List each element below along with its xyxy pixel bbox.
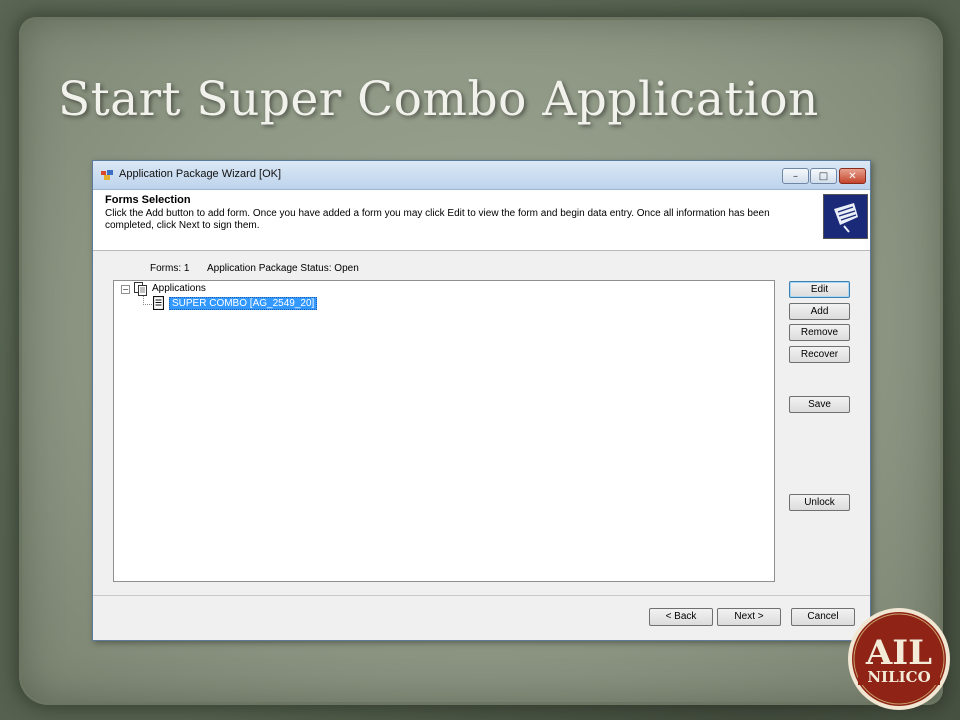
next-button[interactable]: Next > (717, 608, 781, 626)
maximize-button[interactable]: □ (810, 168, 837, 184)
recover-button[interactable]: Recover (789, 346, 850, 363)
window-title: Application Package Wizard [OK] (119, 168, 282, 180)
window-titlebar[interactable]: Application Package Wizard [OK] – □ ✕ (93, 161, 870, 190)
form-document-icon (153, 296, 164, 310)
application-package-wizard-window: Application Package Wizard [OK] – □ ✕ Fo… (92, 160, 871, 641)
header-title: Forms Selection (105, 194, 191, 206)
back-button[interactable]: < Back (649, 608, 713, 626)
unlock-button[interactable]: Unlock (789, 494, 850, 511)
save-button[interactable]: Save (789, 396, 850, 413)
logo-wordmark: NILICO (867, 668, 930, 686)
tree-item-super-combo[interactable]: SUPER COMBO [AG_2549_20] (169, 297, 318, 310)
forms-count: Forms: 1 (150, 263, 190, 274)
logo-monogram: AIL (865, 633, 932, 673)
app-window-icon (101, 170, 113, 180)
package-status: Application Package Status: Open (207, 263, 359, 274)
tree-connector (143, 304, 152, 305)
add-button[interactable]: Add (789, 303, 850, 320)
documents-folder-icon (134, 282, 147, 296)
forms-tree-view[interactable]: − Applications SUPER COMBO [AG_2549_20] (113, 280, 775, 582)
edit-button[interactable]: Edit (789, 281, 850, 298)
tree-root-applications[interactable]: Applications (152, 283, 206, 294)
close-button[interactable]: ✕ (839, 168, 866, 184)
header-description: Click the Add button to add form. Once y… (105, 208, 770, 231)
wizard-logo-icon (823, 194, 868, 239)
nilico-logo: AIL NILICO (848, 608, 950, 710)
tree-collapse-toggle[interactable]: − (121, 285, 130, 294)
wizard-header: Forms Selection Click the Add button to … (93, 190, 870, 251)
minimize-button[interactable]: – (782, 168, 809, 184)
slide-title: Start Super Combo Application (58, 72, 819, 127)
remove-button[interactable]: Remove (789, 324, 850, 341)
